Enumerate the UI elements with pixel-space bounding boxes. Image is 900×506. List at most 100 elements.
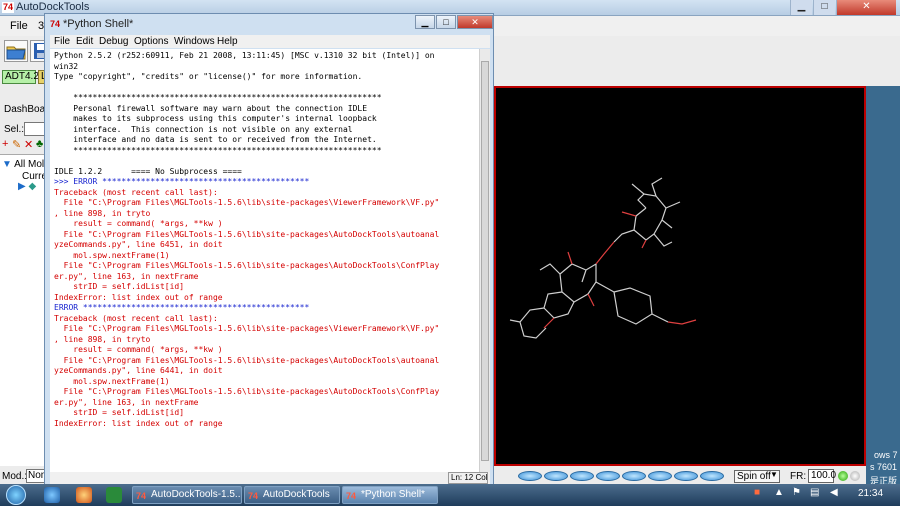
python-shell-window: 74 *Python Shell* ▁ □ ✕ File Edit Debug … [44,13,494,486]
shell-status-bar: Ln: 12 Col: 4 [50,472,490,484]
open-folder-icon[interactable] [4,40,28,62]
fr-input[interactable]: 100.0 [808,469,836,483]
menu-file[interactable]: File [10,20,28,32]
pencil-icon[interactable]: ✎ [12,138,21,151]
shell-line: Personal firewall software may warn abou… [54,103,368,113]
shell-line: interface and no data is sent to or rece… [54,135,377,144]
close-icon[interactable]: ✕ [457,15,493,29]
dashboard-icons: + ✎ ✕ ♣ [2,138,50,152]
player-disc-icon[interactable] [596,471,620,481]
task-label: AutoDockTools [263,489,330,500]
adt-app-icon: 74 [2,2,14,13]
shell-line: interface. This connection is not visibl… [54,124,353,134]
shell-line: File "C:\Program Files\MGLTools-1.5.6\li… [54,355,440,365]
sel-label: Sel.: [4,124,25,135]
taskbar-button-python-shell[interactable]: 74 *Python Shell* [342,486,438,504]
tree-collapse-icon[interactable]: ▶ ◆ [18,181,36,192]
shell-menu-debug[interactable]: Debug [99,35,128,48]
cross-icon[interactable]: ✕ [24,138,33,151]
tree-expand-icon[interactable]: ▼ [2,159,12,170]
fr-label: FR: [790,471,807,482]
watermark-text: ows 7 [874,450,898,460]
shell-line: er.py", line 163, in nextFrame [54,397,199,407]
player-disc-icon[interactable] [648,471,672,481]
shell-line: File "C:\Program Files\MGLTools-1.5.6\li… [54,387,440,396]
shell-line: mol.spw.nextFrame(1) [54,376,170,386]
shell-line: result = command( *args, **kw ) [54,345,223,354]
shell-line: er.py", line 163, in nextFrame [54,271,199,281]
tray-volume-icon[interactable]: ◀ [830,487,838,498]
player-disc-icon[interactable] [674,471,698,481]
browser-icon[interactable] [76,487,92,503]
maximize-icon[interactable]: □ [436,15,456,29]
shell-line: Type "copyright", "credits" or "license(… [54,72,363,81]
shell-menu-windows[interactable]: Windows [174,35,215,48]
shell-line: IDLE 1.2.2 ==== No Subprocess ==== [54,166,242,176]
shell-line: ****************************************… [54,93,382,102]
adt-task-icon: 74 [346,491,357,501]
shell-scrollbar[interactable] [479,49,490,472]
mod-label: Mod.: [2,471,28,482]
shell-line: File "C:\Program Files\MGLTools-1.5.6\li… [54,229,440,239]
shell-output-text[interactable]: Python 2.5.2 (r252:60911, Feb 21 2008, 1… [50,49,479,472]
dropdown-caret-icon[interactable]: ▼ [770,470,778,479]
minimize-icon[interactable]: ▁ [415,15,435,29]
plus-icon[interactable]: + [2,138,8,150]
shell-line: mol.spw.nextFrame(1) [54,250,170,260]
molecule-render [509,177,697,339]
3d-viewer[interactable] [494,86,866,466]
taskbar-button-adt156[interactable]: 74 AutoDockTools-1.5... [132,486,242,504]
viewer-control-bar: Spin off ▼ FR: 100.0 [494,468,900,484]
tray-arrow-icon[interactable]: ▲ [774,487,784,498]
excel-icon[interactable] [106,487,122,503]
shell-menu-help[interactable]: Help [217,35,238,48]
shell-line: File "C:\Program Files\MGLTools-1.5.6\li… [54,324,440,333]
tray-app-icon[interactable]: ■ [754,487,760,498]
adt-window-title: AutoDockTools [16,1,90,13]
desktop-edge: ows 7 s 7601 是正版 [866,86,900,486]
shell-title-bar[interactable]: 74 *Python Shell* ▁ □ ✕ [45,14,493,34]
start-button[interactable] [6,485,26,505]
line-col-indicator: Ln: 12 Col: 4 [448,472,488,484]
shell-line: win32 [54,61,79,71]
shell-line: makes to its subprocess using this compu… [54,114,377,123]
white-status-icon[interactable] [850,471,860,481]
minimize-icon[interactable]: ▁ [790,0,812,15]
task-label: *Python Shell* [361,489,425,500]
ie-icon[interactable] [44,487,60,503]
scrollbar-thumb[interactable] [481,61,489,461]
taskbar-button-adt[interactable]: 74 AutoDockTools [244,486,340,504]
adt42-tag[interactable]: ADT4.2 [2,70,39,84]
tray-network-icon[interactable]: ▤ [810,487,819,498]
shell-menu-file[interactable]: File [54,35,70,48]
shell-menu-edit[interactable]: Edit [76,35,93,48]
shell-line: , line 898, in tryto [54,334,151,344]
close-icon[interactable]: ✕ [836,0,896,15]
shell-window-title: *Python Shell* [63,18,134,30]
maximize-icon[interactable]: □ [813,0,835,15]
watermark-text: s 7601 [870,462,898,472]
clock[interactable]: 21:34 [858,488,883,499]
molecule-tree: ▼ All Molecules Current ▶ ◆ [0,154,73,466]
shell-menu-options[interactable]: Options [134,35,168,48]
shell-line: ****************************************… [54,145,382,155]
player-disc-icon[interactable] [700,471,724,481]
adt-task-icon: 74 [248,491,259,501]
shell-line: IndexError: list index out of range [54,418,223,428]
shell-line: Traceback (most recent call last): [54,187,218,197]
player-disc-icon[interactable] [544,471,568,481]
green-status-icon[interactable] [838,471,848,481]
shell-line: >>> ERROR ******************************… [54,177,310,186]
tree-icon[interactable]: ♣ [36,138,43,150]
shell-line: yzeCommands.py", line 6451, in doit [54,240,223,249]
player-disc-icon[interactable] [518,471,542,481]
shell-app-icon: 74 [50,19,61,29]
shell-line: yzeCommands.py", line 6441, in doit [54,366,223,375]
player-disc-icon[interactable] [570,471,594,481]
shell-line: Traceback (most recent call last): [54,313,218,323]
shell-line: ERROR **********************************… [54,303,310,312]
shell-line: , line 898, in tryto [54,208,151,218]
tray-flag-icon[interactable]: ⚑ [792,487,801,498]
player-disc-icon[interactable] [622,471,646,481]
